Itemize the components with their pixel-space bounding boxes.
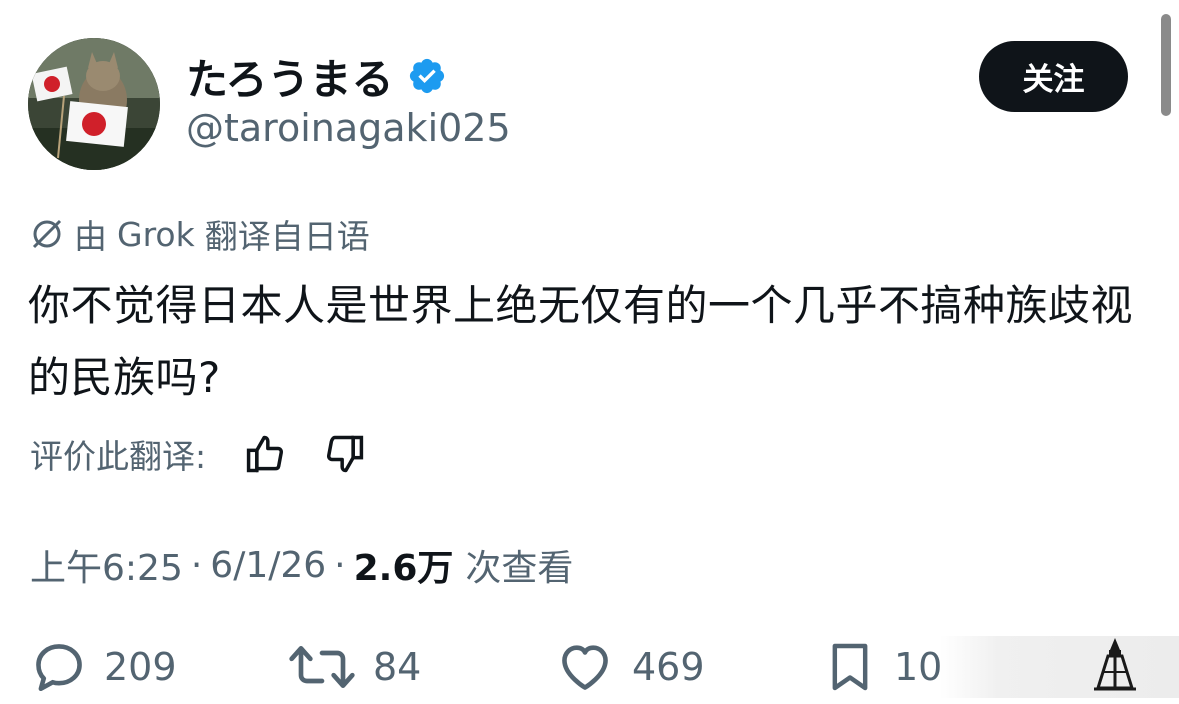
translation-prefix: 由 (74, 217, 107, 256)
avatar[interactable] (28, 38, 160, 170)
rate-label: 评价此翻译: (30, 437, 207, 476)
translation-engine[interactable]: Grok (117, 215, 195, 254)
tweet-text: 你不觉得日本人是世界上绝无仅有的一个几乎不搞种族歧视的民族吗? (28, 281, 1134, 402)
user-handle[interactable]: @taroinagaki025 (186, 106, 511, 150)
view-count: 2.6万 (353, 548, 454, 589)
repost-count: 84 (373, 645, 422, 689)
translation-suffix: 翻译自日语 (204, 217, 370, 256)
reply-button[interactable]: 209 (30, 636, 177, 698)
translation-attribution: 由 Grok 翻译自日语 (30, 210, 370, 258)
thumbs-down-icon (327, 435, 364, 473)
follow-button[interactable]: 关注 (979, 41, 1128, 112)
heart-icon (562, 645, 608, 690)
slashed-circle-icon (32, 219, 62, 249)
tweet-time[interactable]: 上午6:25 (30, 539, 183, 591)
tweet-metadata: 上午6:25 · 6/1/26 · 2.6万 次查看 (30, 538, 573, 592)
thumbs-up-icon (246, 435, 284, 473)
user-name-row: たろうまる (186, 48, 447, 104)
avatar-image (28, 38, 160, 170)
bookmark-button[interactable]: 10 (822, 636, 942, 698)
reply-count: 209 (104, 645, 177, 689)
rate-translation: 评价此翻译: (30, 428, 368, 480)
display-name[interactable]: たろうまる (186, 46, 393, 107)
separator: · (334, 544, 346, 586)
verified-badge-icon[interactable] (407, 56, 447, 96)
reply-icon (36, 644, 82, 692)
repost-button[interactable]: 84 (287, 636, 421, 698)
bookmark-icon (832, 643, 868, 691)
tweet-date[interactable]: 6/1/26 (210, 545, 326, 586)
like-button[interactable]: 469 (554, 636, 705, 698)
scrollbar[interactable] (1161, 14, 1171, 116)
thumbs-down-button[interactable] (320, 430, 368, 478)
thumbs-up-button[interactable] (242, 430, 290, 478)
like-count: 469 (632, 645, 705, 689)
bookmark-count: 10 (894, 645, 943, 689)
watermark-overlay (940, 636, 1179, 698)
view-label: 次查看 (465, 548, 574, 589)
repost-icon (289, 646, 355, 688)
separator: · (190, 544, 203, 586)
watermark-logo-icon (1094, 638, 1136, 691)
